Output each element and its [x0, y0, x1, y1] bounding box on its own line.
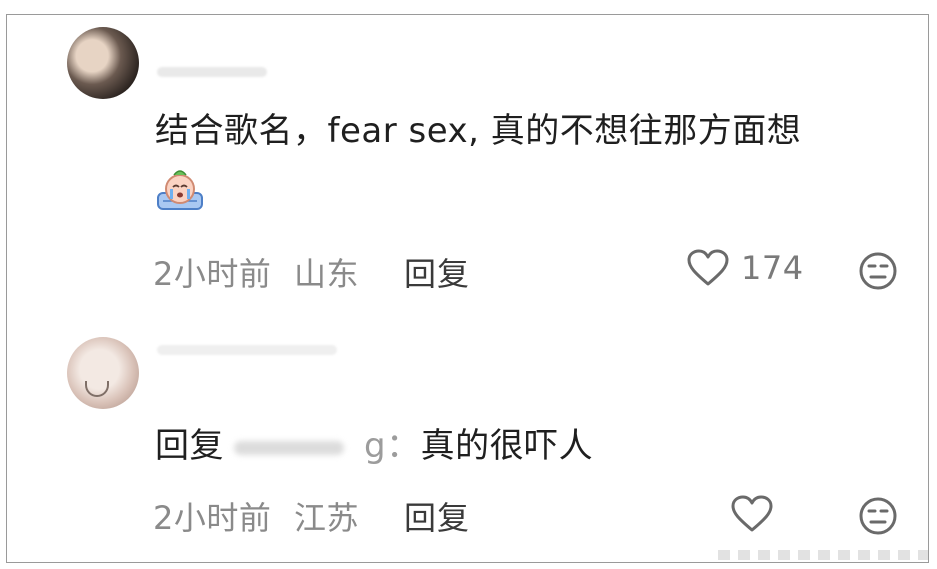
comment-time: 2小时前 — [153, 255, 272, 293]
comment-location: 江苏 — [294, 499, 360, 537]
like-button[interactable] — [731, 495, 773, 533]
watermark — [718, 550, 928, 560]
heart-outline-icon — [687, 249, 729, 286]
comment-time: 2小时前 — [153, 499, 272, 537]
reply-button[interactable]: 回复 — [404, 493, 470, 539]
mention-blurred[interactable] — [224, 431, 364, 465]
comment-meta: 2小时前 江苏 — [153, 493, 359, 539]
reply-prefix: 回复 — [155, 426, 224, 466]
comment-meta: 2小时前 山东 — [153, 249, 359, 295]
reply-text: 真的很吓人 — [420, 426, 594, 466]
reply-button[interactable]: 回复 — [404, 249, 470, 295]
like-button[interactable]: 174 — [687, 249, 804, 287]
comment-text: 结合歌名，fear sex, 真的不想往那方面想 — [155, 111, 802, 151]
username-blurred[interactable] — [157, 345, 337, 355]
comment-location: 山东 — [294, 255, 360, 293]
meh-face-icon[interactable] — [858, 496, 898, 536]
heart-outline-icon — [731, 495, 773, 532]
mention-tail: g： — [364, 426, 421, 466]
reply-comment-text: 回复 g：真的很吓人 — [155, 418, 593, 467]
crying-emoji-icon — [157, 170, 203, 210]
username-blurred[interactable] — [157, 67, 267, 77]
like-count: 174 — [741, 249, 804, 287]
meh-face-icon[interactable] — [858, 251, 898, 291]
avatar[interactable] — [67, 337, 139, 409]
comment-panel: 结合歌名，fear sex, 真的不想往那方面想 2小时前 山东 回复 174 … — [6, 14, 929, 563]
avatar[interactable] — [67, 27, 139, 99]
